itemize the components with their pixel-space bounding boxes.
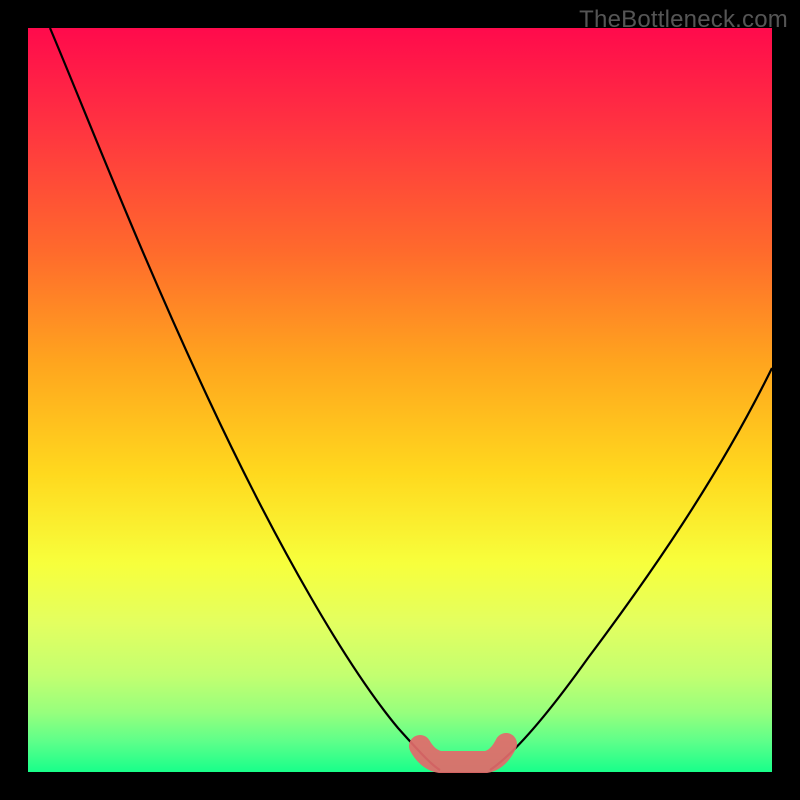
valley-highlight [420,744,506,762]
curves-layer [28,28,772,772]
plot-area [28,28,772,772]
curve-left-branch [50,28,440,770]
curve-right-branch [490,368,772,770]
chart-frame: TheBottleneck.com [0,0,800,800]
